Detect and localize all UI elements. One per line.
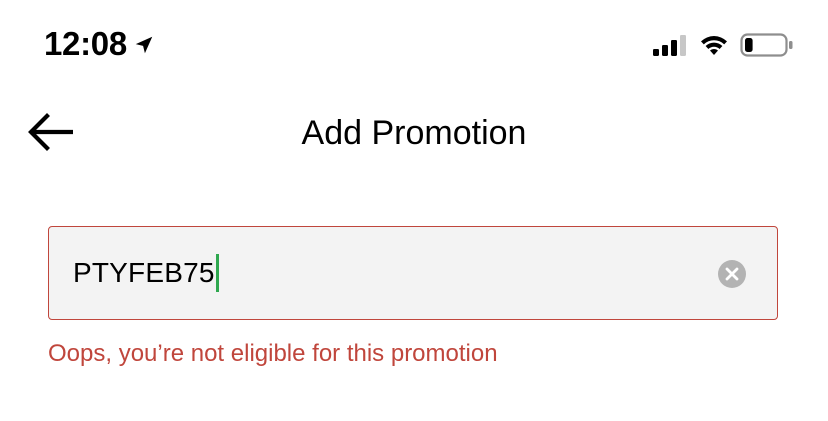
clear-circle-x-icon xyxy=(718,260,746,288)
cellular-signal-icon xyxy=(653,35,686,56)
error-message: Oops, you’re not eligible for this promo… xyxy=(48,340,498,367)
page-title: Add Promotion xyxy=(301,114,527,152)
status-time-group: 12:08 xyxy=(44,22,155,66)
status-bar: 12:08 xyxy=(0,0,828,88)
nav-header: Add Promotion xyxy=(0,100,828,166)
wifi-icon xyxy=(701,36,727,55)
promo-code-input[interactable]: PTYFEB75 xyxy=(73,227,219,319)
clear-input-button[interactable] xyxy=(717,259,747,289)
status-time: 12:08 xyxy=(44,25,127,62)
location-arrow-icon xyxy=(135,36,153,54)
add-promotion-screen: 12:08 Add Promotion PTYFEB75 Oops, you’r… xyxy=(0,0,828,421)
promo-code-field[interactable]: PTYFEB75 xyxy=(48,226,778,320)
text-caret xyxy=(215,254,219,292)
battery-icon xyxy=(740,33,793,57)
promo-code-value: PTYFEB75 xyxy=(73,257,215,288)
status-indicators xyxy=(652,30,794,60)
battery-level-fill xyxy=(745,38,753,52)
